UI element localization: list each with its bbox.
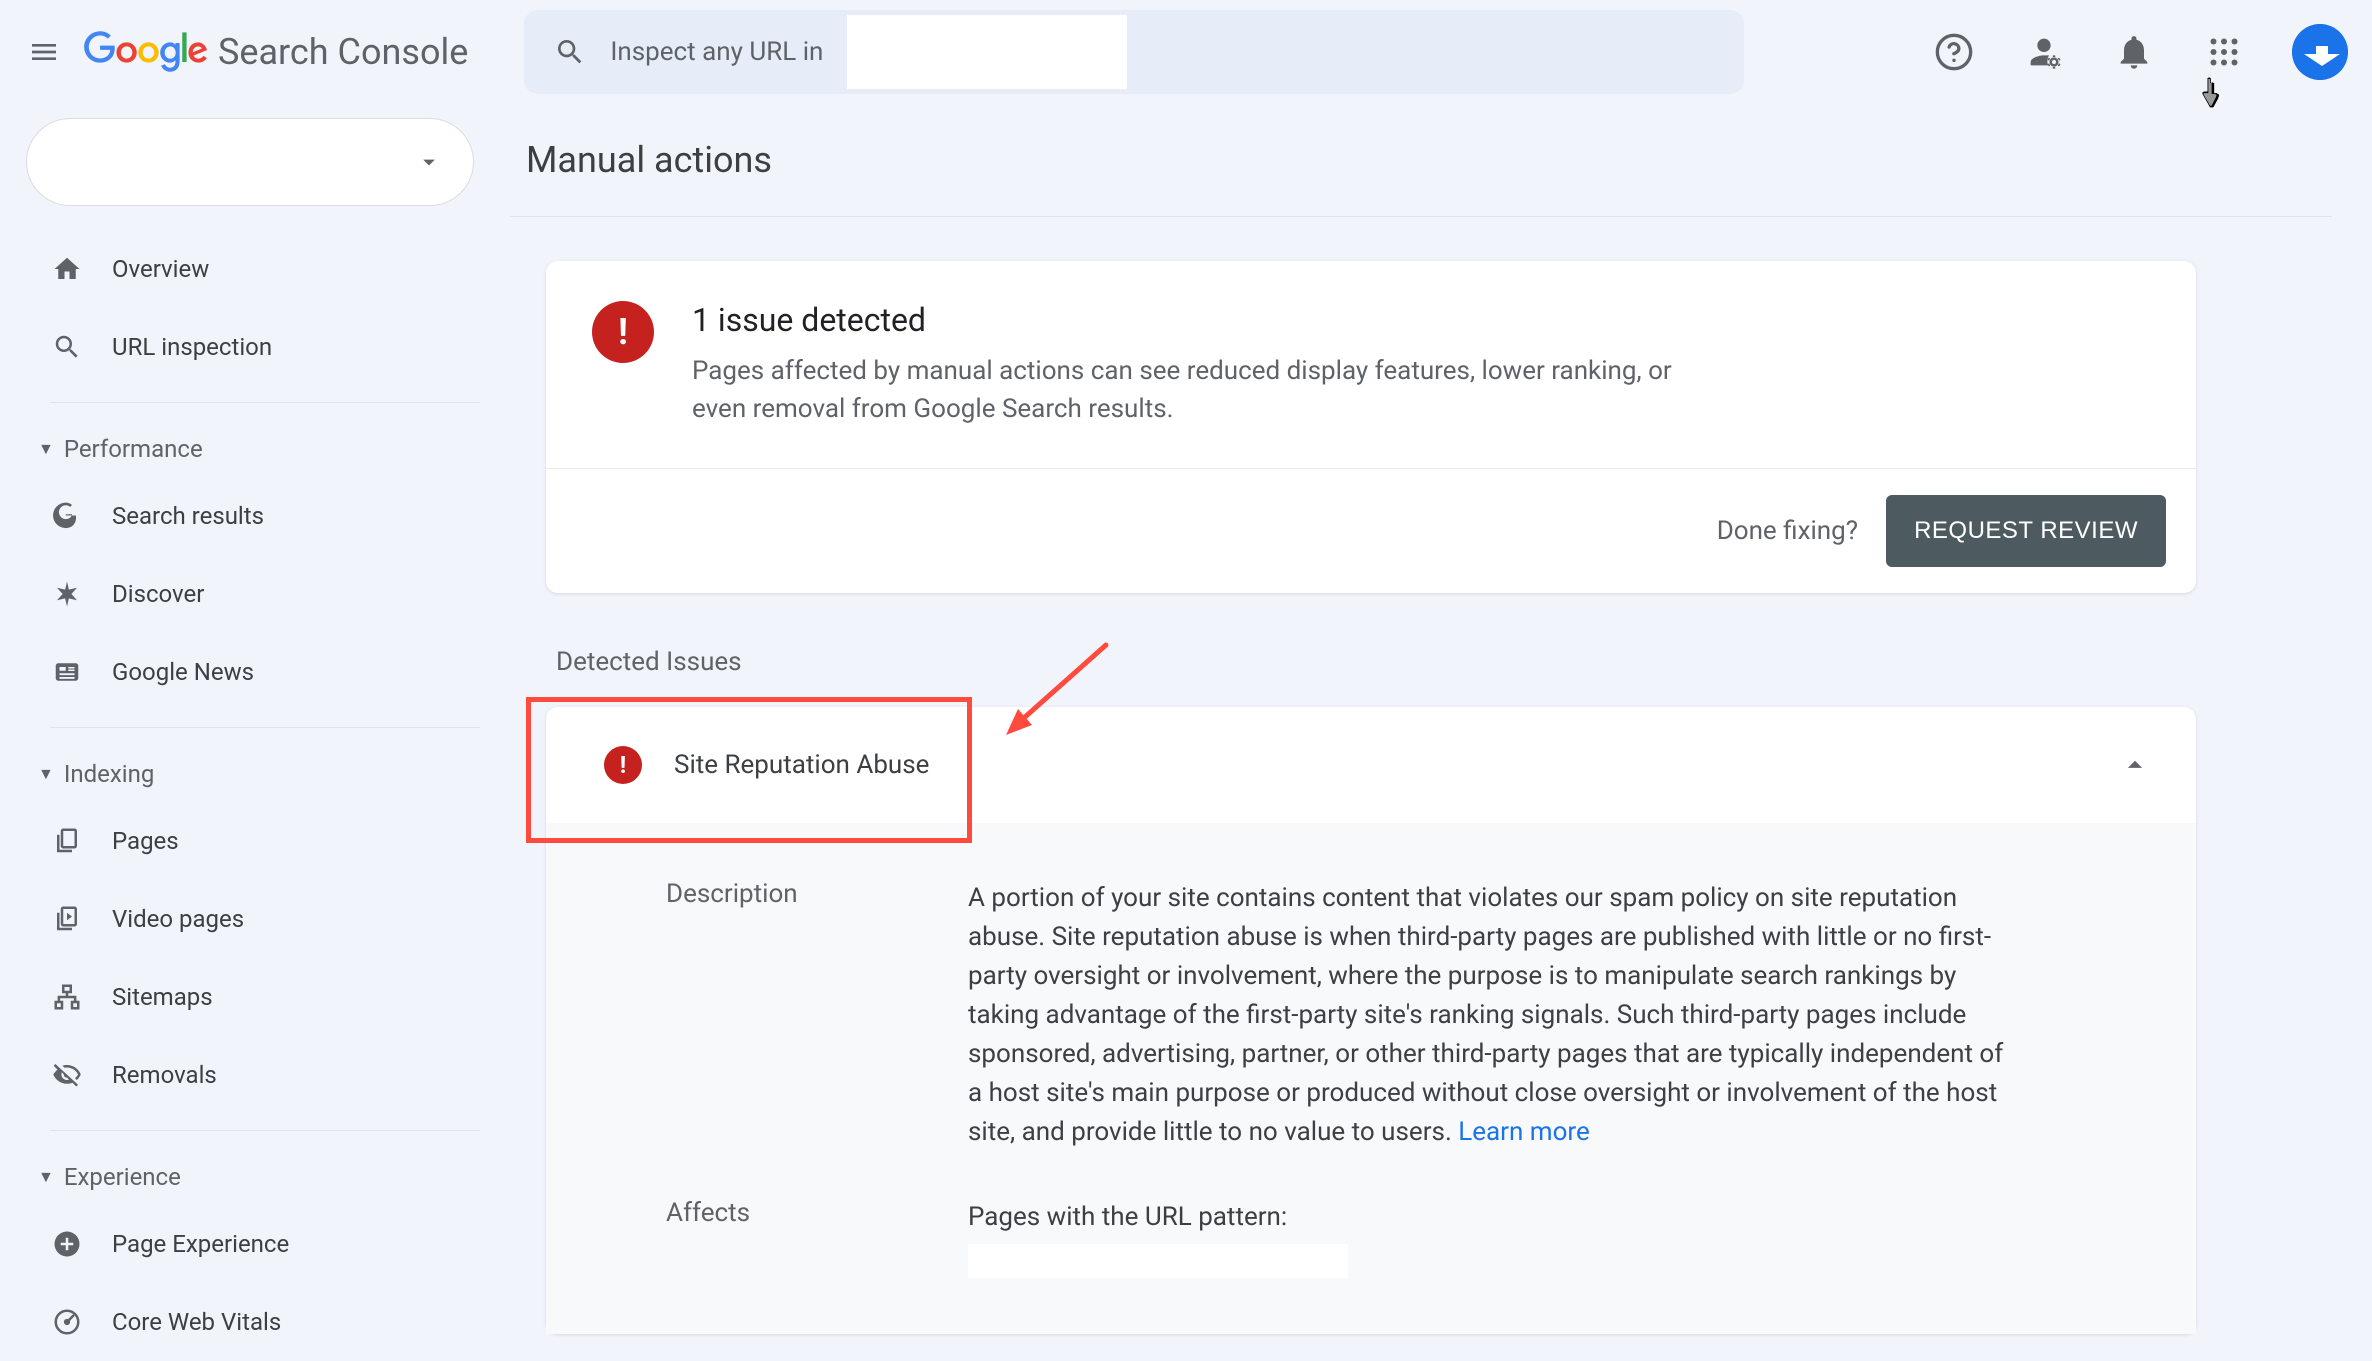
sidebar-item-label: Sitemaps: [112, 983, 213, 1011]
redacted-url-pattern: [968, 1244, 1348, 1278]
help-icon: [1934, 32, 1974, 72]
google-logo-icon: [84, 31, 208, 73]
request-review-button[interactable]: REQUEST REVIEW: [1886, 495, 2166, 567]
sidebar-item-discover[interactable]: Discover: [20, 555, 480, 633]
app-name: Search Console: [218, 31, 468, 73]
sidebar-item-google-news[interactable]: Google News: [20, 633, 480, 711]
page-title: Manual actions: [510, 104, 2332, 216]
detected-issue-body: Description A portion of your site conta…: [546, 823, 2196, 1333]
sidebar-item-label: Pages: [112, 827, 179, 855]
sitemap-icon: [50, 980, 84, 1014]
user-settings-icon: [2024, 32, 2064, 72]
sidebar-item-label: Removals: [112, 1061, 217, 1089]
sidebar-nav: Overview URL inspection ▼Performance Search…: [20, 230, 480, 1361]
bell-icon: [2114, 32, 2154, 72]
gauge-icon: [50, 1305, 84, 1339]
sidebar-item-removals[interactable]: Removals: [20, 1036, 480, 1114]
home-icon: [50, 252, 84, 286]
issue-actions: Done fixing? REQUEST REVIEW: [546, 468, 2196, 593]
property-selector[interactable]: [26, 118, 474, 206]
sidebar-item-label: Core Web Vitals: [112, 1308, 281, 1336]
apps-grid-icon: [2206, 34, 2242, 70]
description-label: Description: [666, 879, 968, 1152]
logo[interactable]: Search Console: [84, 31, 468, 73]
sidebar-group-experience[interactable]: ▼Experience: [20, 1149, 480, 1205]
description-text: A portion of your site contains content …: [968, 879, 2008, 1152]
news-icon: [50, 655, 84, 689]
summary-title: 1 issue detected: [692, 301, 1712, 339]
sidebar-item-label: Overview: [112, 255, 209, 283]
search-icon: [554, 36, 586, 68]
affects-text: Pages with the URL pattern:: [968, 1198, 1348, 1277]
summary-description: Pages affected by manual actions can see…: [692, 353, 1712, 428]
g-icon: [50, 499, 84, 533]
sidebar-item-pages[interactable]: Pages: [20, 802, 480, 880]
chevron-down-icon: [415, 148, 443, 176]
search-icon: [50, 330, 84, 364]
pages-icon: [50, 824, 84, 858]
sidebar-item-sitemaps[interactable]: Sitemaps: [20, 958, 480, 1036]
sidebar-item-label: Page Experience: [112, 1230, 289, 1258]
sidebar-item-video-pages[interactable]: Video pages: [20, 880, 480, 958]
detected-issue-header[interactable]: ! Site Reputation Abuse: [546, 707, 2196, 823]
sidebar: Overview URL inspection ▼Performance Search…: [0, 104, 500, 1361]
sidebar-item-label: Google News: [112, 658, 254, 686]
apps-button[interactable]: [2202, 30, 2246, 74]
detected-issue-card: ! Site Reputation Abuse Description A po…: [546, 707, 2196, 1333]
asterisk-icon: [50, 577, 84, 611]
notifications-button[interactable]: [2112, 30, 2156, 74]
account-avatar[interactable]: [2292, 24, 2348, 80]
sidebar-item-search-results[interactable]: Search results: [20, 477, 480, 555]
sidebar-item-label: Video pages: [112, 905, 244, 933]
done-fixing-label: Done fixing?: [1717, 516, 1858, 546]
sidebar-item-url-inspection[interactable]: URL inspection: [20, 308, 480, 386]
search-placeholder-prefix: Inspect any URL in: [610, 37, 823, 67]
error-icon: !: [604, 746, 642, 784]
main-content: Manual actions ! 1 issue detected Pages …: [500, 104, 2372, 1361]
sidebar-group-performance[interactable]: ▼Performance: [20, 421, 480, 477]
sidebar-group-indexing[interactable]: ▼Indexing: [20, 746, 480, 802]
redacted-property-name: [847, 15, 1127, 89]
triangle-down-icon: ▼: [38, 1167, 54, 1187]
sidebar-item-core-web-vitals[interactable]: Core Web Vitals: [20, 1283, 480, 1361]
sidebar-item-overview[interactable]: Overview: [20, 230, 480, 308]
video-icon: [50, 902, 84, 936]
chevron-up-icon: [2118, 748, 2152, 782]
avatar-icon: [2292, 24, 2348, 80]
learn-more-link[interactable]: Learn more: [1458, 1117, 1590, 1147]
hamburger-icon: [28, 36, 60, 68]
triangle-down-icon: ▼: [38, 764, 54, 784]
url-inspect-search[interactable]: Inspect any URL in: [524, 10, 1744, 94]
manage-users-button[interactable]: [2022, 30, 2066, 74]
app-header: Search Console Inspect any URL in: [0, 0, 2372, 104]
detected-issues-label: Detected Issues: [556, 647, 2196, 677]
issue-summary-card: ! 1 issue detected Pages affected by man…: [546, 261, 2196, 593]
error-icon: !: [592, 301, 654, 363]
sidebar-item-label: Search results: [112, 502, 264, 530]
help-button[interactable]: [1932, 30, 1976, 74]
sidebar-item-page-experience[interactable]: Page Experience: [20, 1205, 480, 1283]
triangle-down-icon: ▼: [38, 439, 54, 459]
affects-label: Affects: [666, 1198, 968, 1277]
sidebar-item-label: Discover: [112, 580, 204, 608]
sidebar-item-label: URL inspection: [112, 333, 272, 361]
circle-plus-icon: [50, 1227, 84, 1261]
menu-button[interactable]: [20, 28, 68, 76]
eye-off-icon: [50, 1058, 84, 1092]
issue-name: Site Reputation Abuse: [674, 750, 929, 780]
